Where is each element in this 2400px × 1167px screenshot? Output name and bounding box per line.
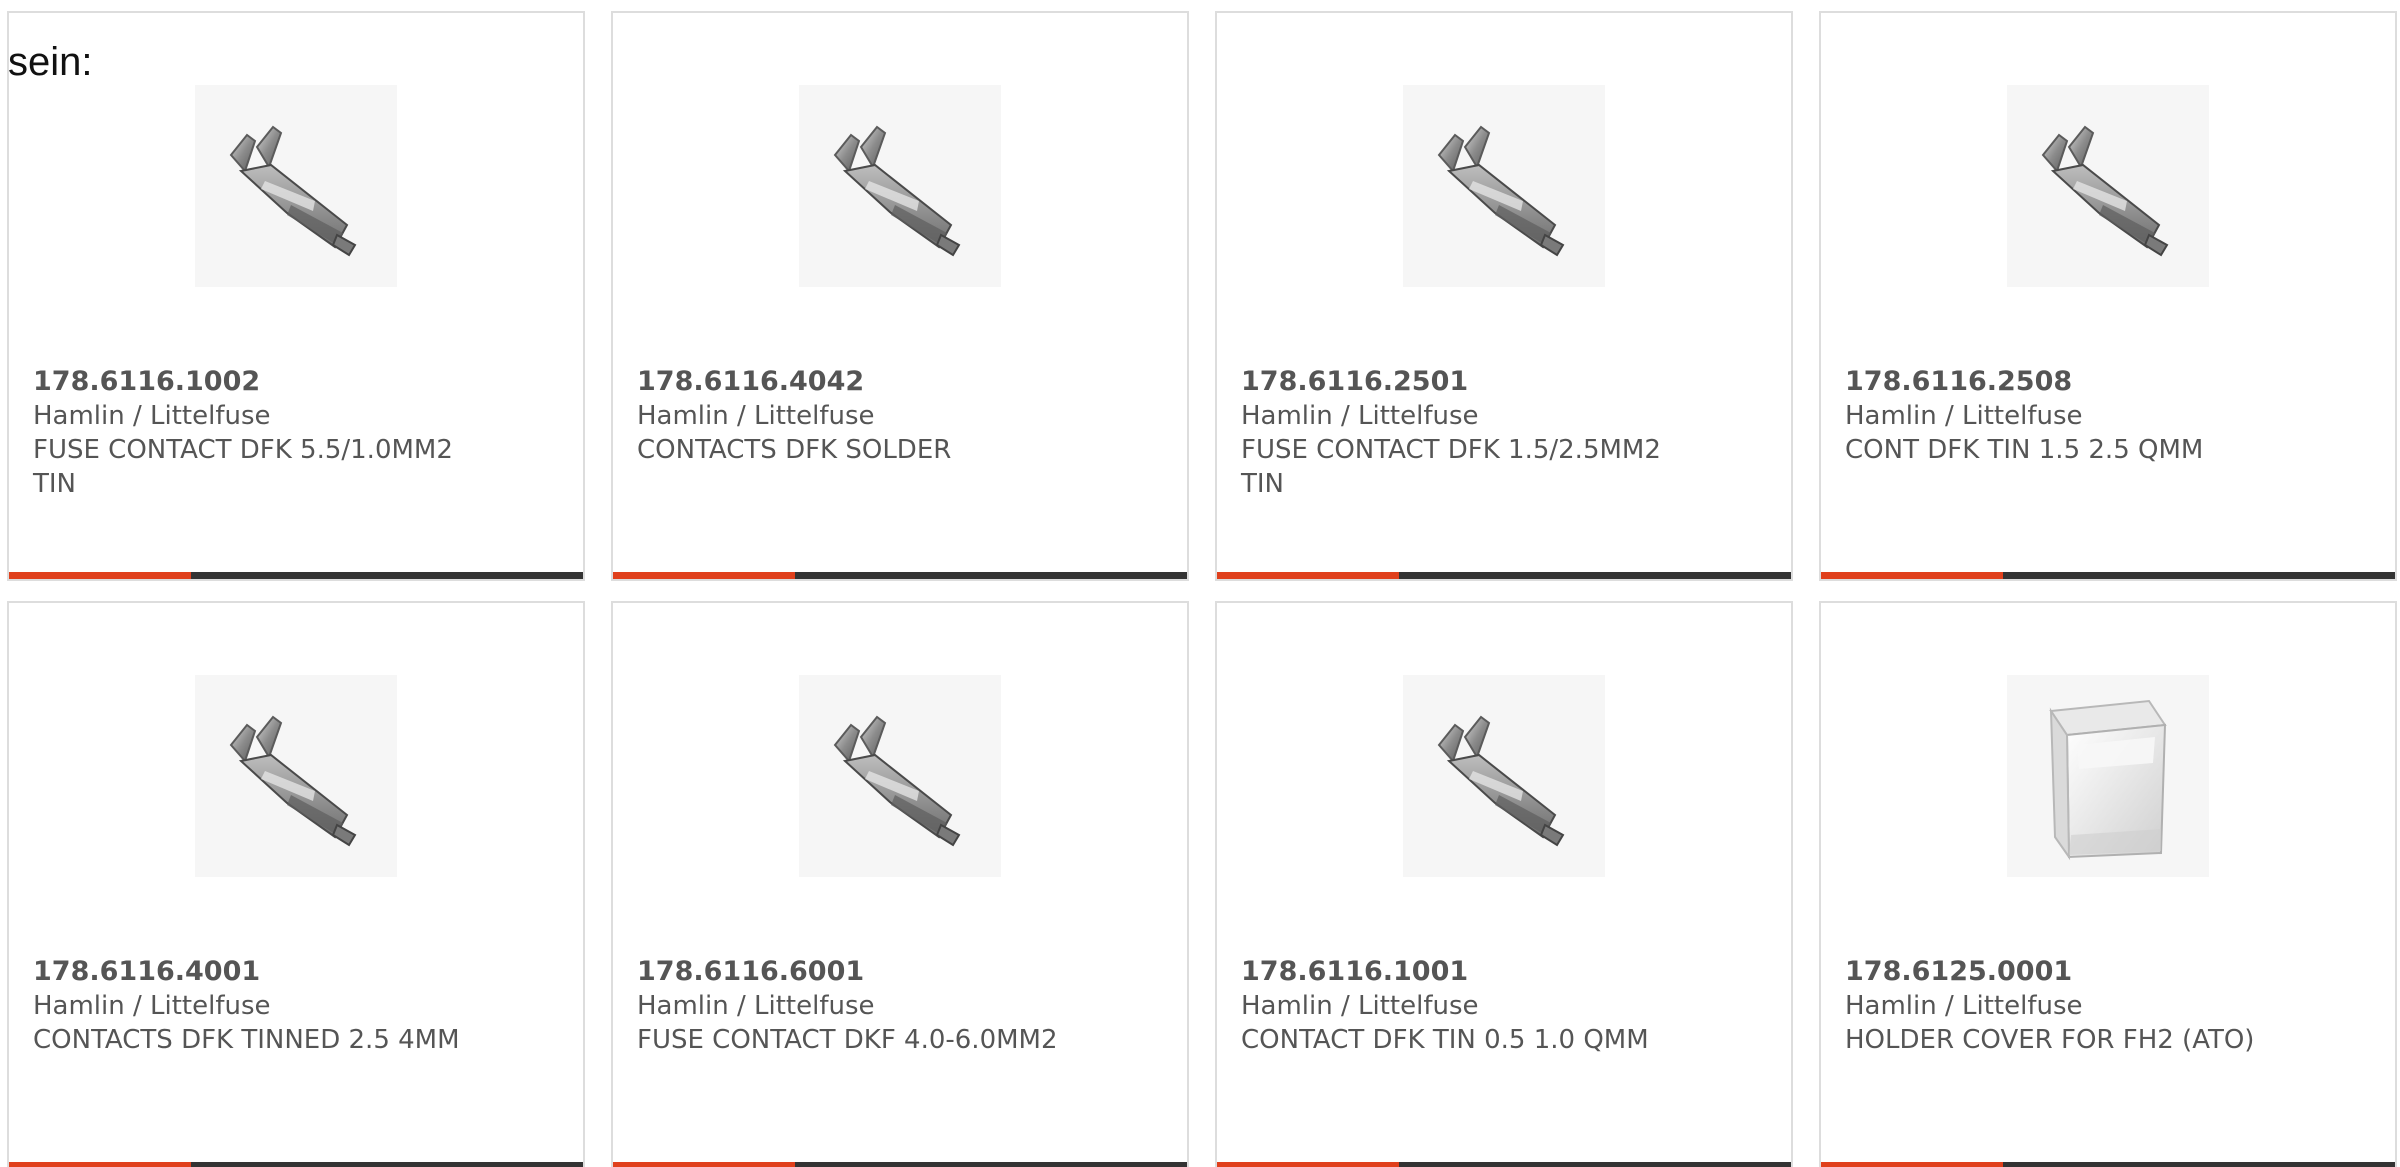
metal-contact-icon bbox=[799, 85, 1001, 287]
product-image[interactable] bbox=[2007, 85, 2209, 287]
product-description: FUSE CONTACT DKF 4.0-6.0MM2 bbox=[637, 1025, 1058, 1055]
product-image[interactable] bbox=[2007, 675, 2209, 877]
product-description: HOLDER COVER FOR FH2 (ATO) bbox=[1845, 1025, 2255, 1055]
metal-contact-icon bbox=[1403, 675, 1605, 877]
card-accent-bar bbox=[1821, 572, 2395, 579]
card-accent-bar bbox=[1217, 1162, 1791, 1167]
product-grid-page: sein: 178.6116.1002 Hamlin / Littelfuse FU… bbox=[0, 0, 2400, 1167]
product-description: FUSE CONTACT DFK 5.5/1.0MM2 TIN bbox=[33, 435, 453, 499]
card-accent-bar bbox=[9, 572, 583, 579]
manufacturer-name: Hamlin / Littelfuse bbox=[637, 401, 875, 431]
part-number-link[interactable]: 178.6116.4001 bbox=[33, 955, 563, 989]
product-info: 178.6116.1002 Hamlin / Littelfuse FUSE CON… bbox=[33, 365, 563, 501]
part-number-link[interactable]: 178.6116.2508 bbox=[1845, 365, 2375, 399]
card-accent-bar bbox=[613, 1162, 1187, 1167]
product-grid: 178.6116.1002 Hamlin / Littelfuse FUSE CON… bbox=[0, 0, 2400, 1167]
metal-contact-icon bbox=[195, 85, 397, 287]
metal-contact-icon bbox=[195, 675, 397, 877]
card-accent-highlight bbox=[1821, 572, 2003, 579]
product-description: CONTACTS DFK TINNED 2.5 4MM bbox=[33, 1025, 460, 1055]
product-info: 178.6125.0001 Hamlin / Littelfuse HOLDER C… bbox=[1845, 955, 2375, 1057]
card-accent-bar bbox=[9, 1162, 583, 1167]
product-card[interactable]: 178.6116.6001 Hamlin / Littelfuse FUSE CON… bbox=[611, 601, 1189, 1167]
product-card[interactable]: 178.6116.4001 Hamlin / Littelfuse CONTACTS… bbox=[7, 601, 585, 1167]
product-card[interactable]: 178.6116.1001 Hamlin / Littelfuse CONTACT … bbox=[1215, 601, 1793, 1167]
manufacturer-name: Hamlin / Littelfuse bbox=[1845, 991, 2083, 1021]
product-description: FUSE CONTACT DFK 1.5/2.5MM2 TIN bbox=[1241, 435, 1661, 499]
part-number-link[interactable]: 178.6116.6001 bbox=[637, 955, 1167, 989]
product-card[interactable]: 178.6125.0001 Hamlin / Littelfuse HOLDER C… bbox=[1819, 601, 2397, 1167]
intro-text: sein: bbox=[8, 40, 93, 84]
product-info: 178.6116.2501 Hamlin / Littelfuse FUSE CON… bbox=[1241, 365, 1771, 501]
product-description: CONT DFK TIN 1.5 2.5 QMM bbox=[1845, 435, 2204, 465]
part-number-link[interactable]: 178.6116.2501 bbox=[1241, 365, 1771, 399]
product-card[interactable]: 178.6116.4042 Hamlin / Littelfuse CONTACTS… bbox=[611, 11, 1189, 581]
product-image[interactable] bbox=[799, 85, 1001, 287]
card-accent-highlight bbox=[613, 572, 795, 579]
part-number-link[interactable]: 178.6116.1001 bbox=[1241, 955, 1771, 989]
manufacturer-name: Hamlin / Littelfuse bbox=[1845, 401, 2083, 431]
clear-cover-icon bbox=[2007, 675, 2209, 877]
manufacturer-name: Hamlin / Littelfuse bbox=[33, 991, 271, 1021]
manufacturer-name: Hamlin / Littelfuse bbox=[33, 401, 271, 431]
manufacturer-name: Hamlin / Littelfuse bbox=[637, 991, 875, 1021]
product-card[interactable]: 178.6116.2501 Hamlin / Littelfuse FUSE CON… bbox=[1215, 11, 1793, 581]
product-card[interactable]: 178.6116.1002 Hamlin / Littelfuse FUSE CON… bbox=[7, 11, 585, 581]
product-description: CONTACT DFK TIN 0.5 1.0 QMM bbox=[1241, 1025, 1649, 1055]
card-accent-bar bbox=[1217, 572, 1791, 579]
card-accent-highlight bbox=[1821, 1162, 2003, 1167]
manufacturer-name: Hamlin / Littelfuse bbox=[1241, 991, 1479, 1021]
product-info: 178.6116.4042 Hamlin / Littelfuse CONTACTS… bbox=[637, 365, 1167, 467]
product-card[interactable]: 178.6116.2508 Hamlin / Littelfuse CONT DFK… bbox=[1819, 11, 2397, 581]
card-accent-highlight bbox=[1217, 572, 1399, 579]
metal-contact-icon bbox=[1403, 85, 1605, 287]
part-number-link[interactable]: 178.6116.4042 bbox=[637, 365, 1167, 399]
metal-contact-icon bbox=[799, 675, 1001, 877]
card-accent-bar bbox=[1821, 1162, 2395, 1167]
product-image[interactable] bbox=[1403, 85, 1605, 287]
metal-contact-icon bbox=[2007, 85, 2209, 287]
part-number-link[interactable]: 178.6125.0001 bbox=[1845, 955, 2375, 989]
part-number-link[interactable]: 178.6116.1002 bbox=[33, 365, 563, 399]
product-info: 178.6116.4001 Hamlin / Littelfuse CONTACTS… bbox=[33, 955, 563, 1057]
product-image[interactable] bbox=[195, 675, 397, 877]
product-image[interactable] bbox=[195, 85, 397, 287]
product-info: 178.6116.6001 Hamlin / Littelfuse FUSE CON… bbox=[637, 955, 1167, 1057]
product-image[interactable] bbox=[799, 675, 1001, 877]
card-accent-highlight bbox=[9, 572, 191, 579]
card-accent-highlight bbox=[9, 1162, 191, 1167]
card-accent-highlight bbox=[613, 1162, 795, 1167]
product-description: CONTACTS DFK SOLDER bbox=[637, 435, 952, 465]
product-info: 178.6116.2508 Hamlin / Littelfuse CONT DFK… bbox=[1845, 365, 2375, 467]
product-info: 178.6116.1001 Hamlin / Littelfuse CONTACT … bbox=[1241, 955, 1771, 1057]
card-accent-highlight bbox=[1217, 1162, 1399, 1167]
card-accent-bar bbox=[613, 572, 1187, 579]
manufacturer-name: Hamlin / Littelfuse bbox=[1241, 401, 1479, 431]
product-image[interactable] bbox=[1403, 675, 1605, 877]
